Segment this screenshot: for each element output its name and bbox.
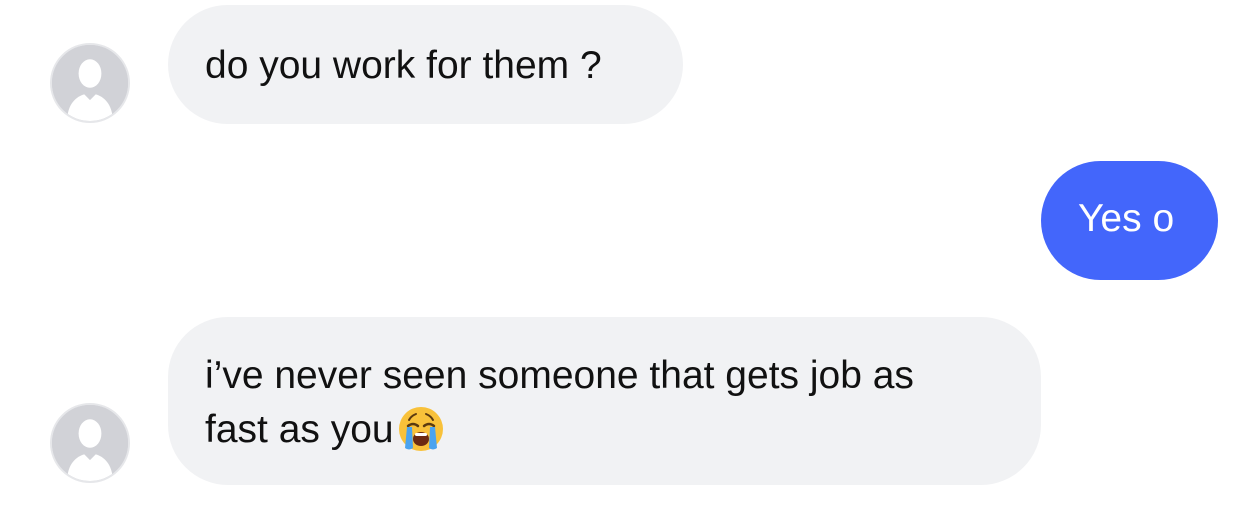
- message-bubble-incoming[interactable]: do you work for them ?: [168, 5, 683, 124]
- default-avatar-icon: [52, 405, 128, 481]
- message-text: do you work for them ?: [205, 44, 602, 87]
- sender-avatar[interactable]: [50, 43, 130, 123]
- message-text: Yes o: [1078, 197, 1175, 240]
- message-bubble-incoming[interactable]: i’ve never seen someone that gets job as…: [168, 317, 1041, 485]
- message-text-line: i’ve never seen someone that gets job as: [205, 354, 914, 397]
- message-text: fast as you: [205, 408, 394, 451]
- message-bubble-outgoing[interactable]: Yes o: [1041, 161, 1218, 280]
- message-text-line: fast as you: [205, 403, 1041, 457]
- sender-avatar[interactable]: [50, 403, 130, 483]
- default-avatar-icon: [52, 45, 128, 121]
- loudly-crying-face-emoji: [396, 404, 446, 454]
